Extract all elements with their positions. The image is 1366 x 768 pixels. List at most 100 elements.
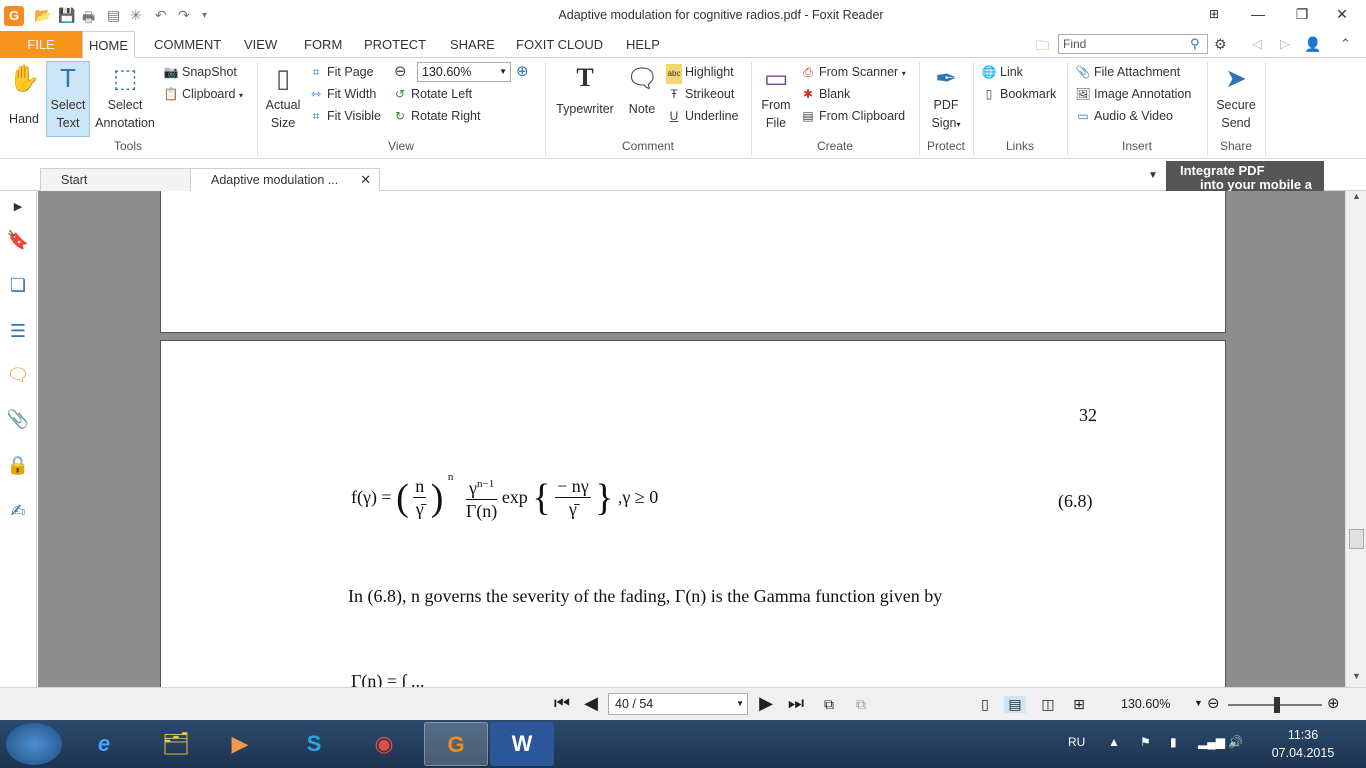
tab-share[interactable]: SHARE [444, 31, 501, 58]
internet-explorer-icon[interactable]: e [72, 722, 136, 766]
hand-button[interactable]: ✋ Hand [6, 62, 42, 128]
word-icon[interactable]: W [490, 722, 554, 766]
strikeout-button[interactable]: Ŧ Strikeout [666, 84, 734, 104]
system-clock[interactable]: 11:36 07.04.2015 [1263, 726, 1343, 762]
continuous-page-icon[interactable]: ▤ [1004, 696, 1026, 713]
network-icon[interactable]: ▂▄▆ [1198, 735, 1225, 749]
search-folder-icon[interactable]: 🗀 [1036, 37, 1049, 59]
rotate-right-button[interactable]: ↻ Rotate Right [392, 106, 481, 126]
first-page-icon[interactable]: ⏮ [551, 693, 573, 714]
facing-pages-icon[interactable]: ◫ [1037, 696, 1059, 713]
volume-icon[interactable]: 🔊 [1228, 735, 1243, 749]
audio-video-button[interactable]: ▭ Audio & Video [1075, 106, 1173, 126]
snapshot-button[interactable]: 📷 SnapShot [163, 62, 237, 82]
zoom-level[interactable]: 130.60% [1121, 697, 1170, 711]
back-icon[interactable]: ◁ [1252, 36, 1262, 52]
scroll-thumb[interactable] [1349, 529, 1364, 549]
rotate-left-button[interactable]: ↺ Rotate Left [392, 84, 472, 104]
tab-foxit-cloud[interactable]: FOXIT CLOUD [510, 31, 609, 58]
close-tab-icon[interactable]: ✕ [360, 169, 371, 191]
zoom-out-icon[interactable]: ⊖ [1207, 694, 1220, 712]
user-icon[interactable]: 👤 [1304, 36, 1321, 53]
zoom-slider-knob[interactable] [1274, 697, 1280, 713]
comments-panel-icon[interactable]: 🗨 [6, 363, 30, 387]
blank-button[interactable]: ✱ Blank [800, 84, 850, 104]
language-indicator[interactable]: RU [1068, 735, 1085, 749]
highlight-button[interactable]: abc Highlight [666, 62, 734, 84]
zoom-out-icon[interactable]: ⊖ [394, 62, 407, 80]
search-icon[interactable]: ⚲ [1190, 36, 1200, 52]
secure-send-button[interactable]: ➤ Secure Send [1212, 62, 1260, 132]
tab-protect[interactable]: PROTECT [358, 31, 432, 58]
single-page-icon[interactable]: ▯ [974, 696, 996, 713]
layers-panel-icon[interactable]: ☰ [6, 319, 30, 343]
previous-view-icon[interactable]: ⧉ [818, 696, 840, 713]
next-view-icon[interactable]: ⧉ [850, 696, 872, 713]
forward-icon[interactable]: ▷ [1280, 36, 1290, 52]
power-icon[interactable]: ▮ [1170, 735, 1177, 749]
zoom-dropdown-icon[interactable]: ▼ [1194, 698, 1203, 708]
gear-icon[interactable]: ⚙ [1214, 36, 1227, 53]
minimize-button[interactable]: — [1238, 2, 1278, 28]
signatures-panel-icon[interactable]: ✍ [6, 499, 30, 523]
pdf-sign-button[interactable]: ✒ PDF Sign▾ [924, 62, 968, 134]
fit-width-button[interactable]: ⇿ Fit Width [308, 84, 376, 104]
tab-view[interactable]: VIEW [238, 31, 283, 58]
tab-start[interactable]: Start [40, 168, 192, 191]
ribbon-display-icon[interactable]: ⊞ [1194, 2, 1234, 28]
fit-visible-button[interactable]: ⌗ Fit Visible [308, 106, 381, 126]
select-text-button[interactable]: T Select Text [46, 61, 90, 137]
from-scanner-button[interactable]: ⎙ From Scanner ▾ [800, 62, 906, 82]
foxit-pdf-icon[interactable]: G [424, 722, 488, 766]
close-button[interactable]: ✕ [1322, 2, 1362, 28]
tab-comment[interactable]: COMMENT [148, 31, 227, 58]
zoom-in-icon[interactable]: ⊕ [1327, 694, 1340, 712]
from-clipboard-button[interactable]: ▤ From Clipboard [800, 106, 905, 126]
last-page-icon[interactable]: ⏭ [785, 693, 807, 714]
clipboard-button[interactable]: 📋 Clipboard ▾ [163, 84, 244, 104]
tab-list-dropdown-icon[interactable]: ▼ [1148, 170, 1158, 181]
scroll-up-icon[interactable]: ▲ [1346, 191, 1366, 207]
attachments-panel-icon[interactable]: 📎 [6, 407, 30, 431]
file-attachment-button[interactable]: 📎 File Attachment [1075, 62, 1181, 82]
action-center-icon[interactable]: ⚑ [1140, 735, 1151, 749]
typewriter-button[interactable]: T Typewriter [552, 62, 618, 118]
tab-help[interactable]: HELP [620, 31, 666, 58]
collapse-ribbon-icon[interactable]: ⌃ [1340, 36, 1351, 52]
select-annotation-button[interactable]: ⬚ Select Annotation [93, 62, 157, 132]
scroll-down-icon[interactable]: ▼ [1346, 671, 1366, 687]
start-button[interactable] [6, 723, 62, 765]
continuous-facing-icon[interactable]: ⊞ [1068, 696, 1090, 713]
previous-page-icon[interactable]: ◀ [580, 693, 602, 714]
next-page-icon[interactable]: ▶ [755, 693, 777, 714]
tray-expand-icon[interactable]: ▲ [1108, 735, 1120, 749]
note-button[interactable]: 🗨 Note [622, 62, 662, 118]
zoom-in-icon[interactable]: ⊕ [516, 62, 529, 80]
image-annotation-button[interactable]: 🖼 Image Annotation [1075, 84, 1191, 104]
security-panel-icon[interactable]: 🔒 [6, 453, 30, 477]
skype-icon[interactable]: S [282, 722, 346, 766]
zoom-slider[interactable] [1228, 697, 1322, 713]
expand-panel-icon[interactable]: ▶ [6, 195, 30, 219]
chrome-icon[interactable]: ◉ [352, 722, 416, 766]
page-number-input[interactable]: 40 / 54 ▼ [608, 693, 748, 715]
search-input[interactable]: Find [1058, 34, 1208, 54]
pages-panel-icon[interactable]: ❏ [6, 273, 30, 297]
from-file-button[interactable]: ▭ From File [756, 62, 796, 132]
file-explorer-icon[interactable]: 🗂 [144, 722, 208, 766]
vertical-scrollbar[interactable]: ▲ ▼ [1345, 191, 1366, 687]
restore-button[interactable]: ❐ [1282, 2, 1322, 28]
tab-form[interactable]: FORM [298, 31, 348, 58]
ad-banner[interactable]: Integrate PDF into your mobile a [1166, 161, 1324, 191]
zoom-select[interactable]: 130.60% ▼ [417, 62, 511, 82]
bookmarks-panel-icon[interactable]: 🔖 [6, 228, 30, 252]
bookmark-button[interactable]: ▯ Bookmark [981, 84, 1057, 104]
link-button[interactable]: 🌐 Link [981, 62, 1023, 82]
document-view[interactable]: 32 f(γ) = ( n γ̄ ) n γn−1 Γ(n) exp { − n… [38, 191, 1345, 687]
tab-file[interactable]: FILE [0, 31, 82, 58]
actual-size-button[interactable]: ▯ Actual Size [262, 62, 304, 132]
tab-adaptive-modulation[interactable]: Adaptive modulation ... ✕ [190, 168, 380, 191]
media-player-icon[interactable]: ▶ [208, 722, 272, 766]
underline-button[interactable]: U Underline [666, 106, 739, 126]
fit-page-button[interactable]: ⌗ Fit Page [308, 62, 374, 82]
